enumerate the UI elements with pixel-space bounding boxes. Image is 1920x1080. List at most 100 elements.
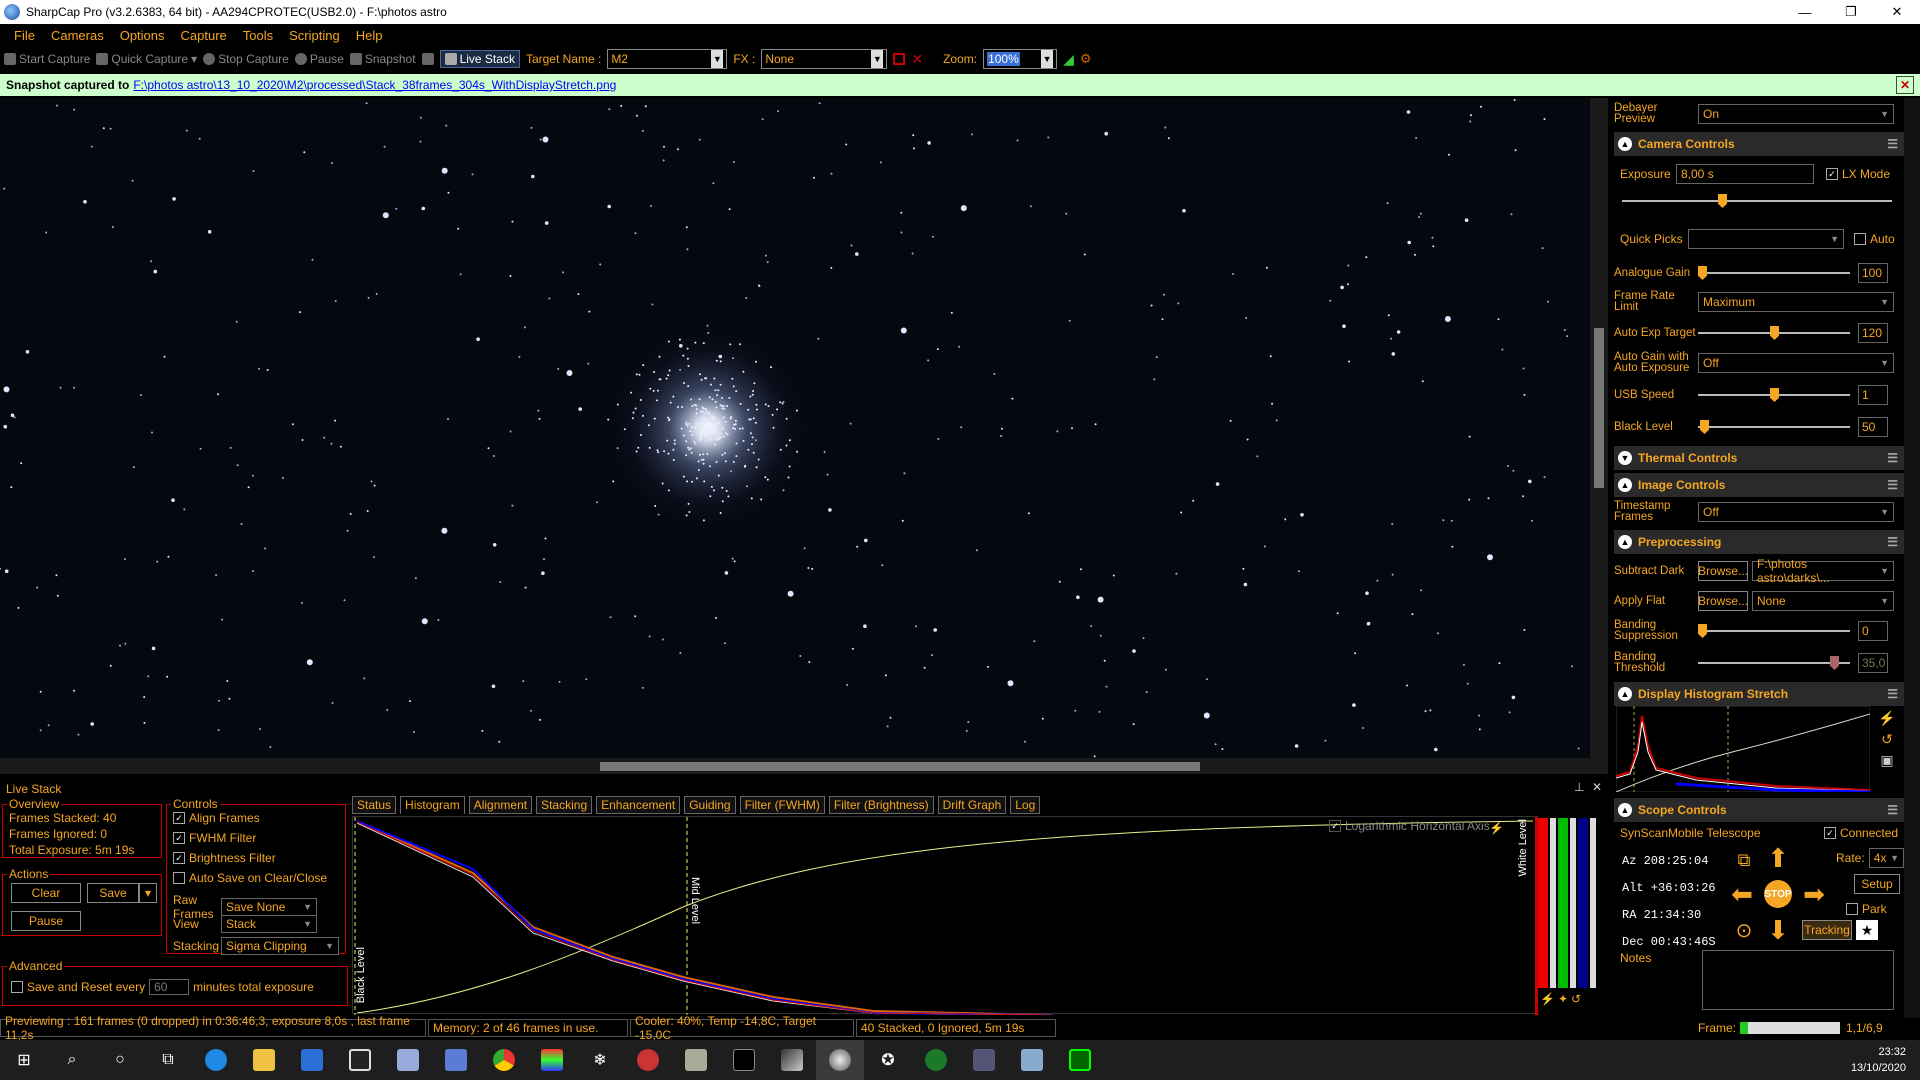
chevron-down-icon[interactable]: ▼ bbox=[711, 50, 724, 68]
analogue-gain-value[interactable]: 100 bbox=[1858, 263, 1888, 283]
pause-button[interactable]: Pause bbox=[11, 911, 81, 931]
app-icon[interactable] bbox=[1008, 1040, 1056, 1080]
pause-button[interactable]: Pause bbox=[294, 52, 344, 66]
calculator-icon[interactable] bbox=[432, 1040, 480, 1080]
close-icon[interactable]: ✕ bbox=[1592, 780, 1602, 794]
auto-stretch-icon[interactable]: ⚡ bbox=[1878, 710, 1895, 727]
dark-frame-select[interactable]: F:\photos astro\darks\... ▼ bbox=[1752, 557, 1894, 585]
connected-checkbox[interactable]: ✓ bbox=[1824, 827, 1836, 839]
chrome-icon[interactable] bbox=[480, 1040, 528, 1080]
app-icon[interactable] bbox=[768, 1040, 816, 1080]
snowflake-icon[interactable]: ❄ bbox=[576, 1040, 624, 1080]
tab-enhancement[interactable]: Enhancement bbox=[596, 796, 681, 814]
edge-icon[interactable] bbox=[192, 1040, 240, 1080]
system-clock[interactable]: 23:32 13/10/2020 bbox=[1851, 1044, 1906, 1076]
menu-capture[interactable]: Capture bbox=[181, 28, 227, 43]
menu-cameras[interactable]: Cameras bbox=[51, 28, 104, 43]
live-stack-button[interactable]: Live Stack bbox=[439, 50, 520, 68]
park-checkbox[interactable] bbox=[1846, 903, 1858, 915]
start-capture-button[interactable]: Start Capture bbox=[4, 52, 90, 66]
chevron-up-icon[interactable]: ▲ bbox=[1618, 803, 1632, 817]
windows-start-icon[interactable]: ⊞ bbox=[0, 1040, 48, 1080]
menu-help[interactable]: Help bbox=[356, 28, 383, 43]
file-explorer-icon[interactable] bbox=[240, 1040, 288, 1080]
tab-status[interactable]: Status bbox=[352, 796, 397, 814]
reset-icon[interactable]: ↺ bbox=[1571, 992, 1581, 1006]
menu-icon[interactable]: ☰ bbox=[1887, 535, 1898, 549]
chevron-up-icon[interactable]: ▲ bbox=[1618, 478, 1632, 492]
black-level-value[interactable]: 50 bbox=[1858, 417, 1888, 437]
usb-speed-slider[interactable] bbox=[1698, 388, 1850, 402]
stacking-select[interactable]: Sigma Clipping ▼ bbox=[221, 937, 339, 955]
color-app-icon[interactable] bbox=[528, 1040, 576, 1080]
black-level-slider[interactable] bbox=[1698, 420, 1850, 434]
black-level-marker[interactable]: Black Level bbox=[355, 947, 367, 1003]
tab-guiding[interactable]: Guiding bbox=[684, 796, 736, 814]
chevron-up-icon[interactable]: ▲ bbox=[1618, 137, 1632, 151]
mid-level-marker[interactable]: Mid Level bbox=[689, 877, 701, 924]
tab-filter-brightness[interactable]: Filter (Brightness) bbox=[828, 796, 934, 814]
chevron-down-icon[interactable]: ▼ bbox=[1041, 50, 1054, 68]
banding-threshold-slider[interactable] bbox=[1698, 656, 1850, 670]
menu-icon[interactable]: ☰ bbox=[1887, 451, 1898, 465]
task-view-icon[interactable]: ⧉ bbox=[144, 1040, 192, 1080]
arrow-down-button[interactable]: ⬇ bbox=[1764, 915, 1792, 945]
settings-icon[interactable]: ⚙ bbox=[1080, 51, 1092, 67]
star-app-icon[interactable]: ✪ bbox=[864, 1040, 912, 1080]
tab-alignment[interactable]: Alignment bbox=[468, 796, 533, 814]
arrow-up-button[interactable]: ⬆ bbox=[1764, 843, 1792, 873]
fwhm-filter-checkbox[interactable]: ✓ bbox=[173, 832, 185, 844]
app-icon[interactable] bbox=[336, 1040, 384, 1080]
save-button[interactable]: Save bbox=[87, 883, 139, 903]
image-controls-header[interactable]: ▲ Image Controls ☰ bbox=[1614, 473, 1904, 497]
thermal-controls-header[interactable]: ▼ Thermal Controls ☰ bbox=[1614, 446, 1904, 470]
notes-textarea[interactable] bbox=[1702, 950, 1894, 1010]
debayer-select[interactable]: On ▼ bbox=[1698, 104, 1894, 124]
sun-icon[interactable]: ✦ bbox=[1558, 992, 1568, 1006]
star-icon[interactable]: ★ bbox=[1856, 920, 1878, 940]
slider-knob[interactable] bbox=[1770, 326, 1779, 340]
menu-icon[interactable]: ☰ bbox=[1887, 137, 1898, 151]
scope-controls-header[interactable]: ▲ Scope Controls ☰ bbox=[1614, 798, 1904, 822]
app-icon[interactable] bbox=[672, 1040, 720, 1080]
menu-tools[interactable]: Tools bbox=[243, 28, 273, 43]
chevron-up-icon[interactable]: ▲ bbox=[1618, 535, 1632, 549]
white-level-marker[interactable]: White Level bbox=[1517, 819, 1529, 876]
menu-options[interactable]: Options bbox=[120, 28, 165, 43]
crosshair-icon[interactable]: ✕ bbox=[911, 51, 923, 68]
auto-stretch-icon[interactable]: ⚡ bbox=[1489, 821, 1504, 835]
select-area-icon[interactable] bbox=[893, 53, 906, 65]
browse-flat-button[interactable]: Browse... bbox=[1698, 591, 1748, 611]
histogram-icon[interactable]: ◢ bbox=[1063, 51, 1074, 68]
viewer-horizontal-scrollbar[interactable] bbox=[0, 758, 1608, 774]
tab-filter-fwhm[interactable]: Filter (FWHM) bbox=[739, 796, 825, 814]
paint-icon[interactable] bbox=[384, 1040, 432, 1080]
banding-suppression-value[interactable]: 0 bbox=[1858, 621, 1888, 641]
tab-log[interactable]: Log bbox=[1010, 796, 1041, 814]
auto-exp-target-value[interactable]: 120 bbox=[1858, 323, 1888, 343]
autosave-checkbox[interactable] bbox=[173, 872, 185, 884]
quick-picks-select[interactable]: ▼ bbox=[1688, 229, 1844, 249]
browse-dark-button[interactable]: Browse... bbox=[1698, 561, 1748, 581]
setup-button[interactable]: Setup bbox=[1854, 874, 1900, 894]
auto-checkbox[interactable] bbox=[1854, 233, 1866, 245]
scroll-thumb[interactable] bbox=[600, 762, 1200, 771]
brightness-filter-checkbox[interactable]: ✓ bbox=[173, 852, 185, 864]
banding-threshold-value[interactable]: 35,0 bbox=[1858, 653, 1888, 673]
align-frames-checkbox[interactable]: ✓ bbox=[173, 812, 185, 824]
quick-capture-button[interactable]: Quick Capture ▾ bbox=[96, 52, 197, 66]
slider-knob[interactable] bbox=[1700, 420, 1709, 434]
usb-speed-value[interactable]: 1 bbox=[1858, 385, 1888, 405]
zoom-select[interactable]: 100% ▼ bbox=[983, 49, 1058, 69]
frame-rate-select[interactable]: Maximum ▼ bbox=[1698, 292, 1894, 312]
viewer-vertical-scrollbar[interactable] bbox=[1590, 98, 1608, 758]
image-viewer[interactable] bbox=[0, 98, 1590, 758]
stop-button[interactable]: STOP bbox=[1764, 880, 1792, 908]
restore-button[interactable]: ❐ bbox=[1828, 0, 1874, 24]
app-icon[interactable] bbox=[1056, 1040, 1104, 1080]
exposure-field[interactable]: 8,00 s bbox=[1676, 164, 1814, 184]
search-icon[interactable]: ⌕ bbox=[48, 1040, 96, 1080]
scroll-thumb[interactable] bbox=[1594, 328, 1604, 488]
menu-icon[interactable]: ☰ bbox=[1887, 478, 1898, 492]
stack-histogram[interactable]: Black Level Mid Level White Level ✓ Logar… bbox=[352, 816, 1539, 1015]
